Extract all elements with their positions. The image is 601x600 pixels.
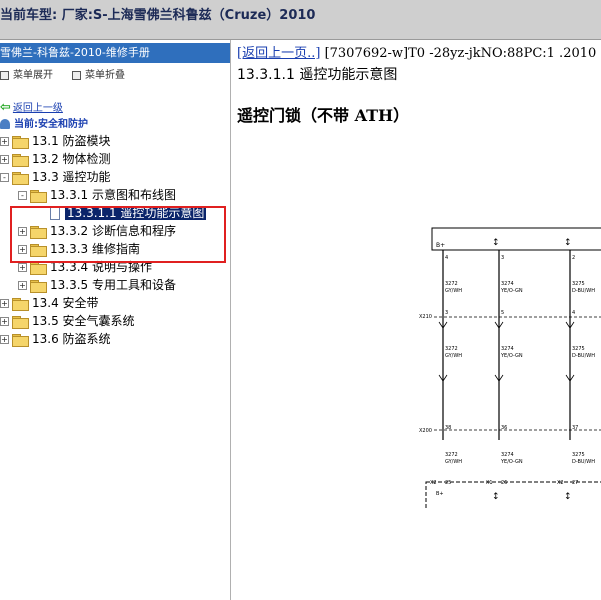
expand-toggle-icon[interactable]: + (0, 137, 9, 146)
signal-arrow-icon: ↕ (492, 238, 500, 248)
tree-item-13-4[interactable]: +13.4 安全带 (0, 294, 99, 312)
circuit-label: 3272 (445, 281, 458, 287)
window-title-bar: 当前车型: 厂家:S-上海雪佛兰科鲁兹（Cruze）2010 (0, 0, 601, 40)
open-folder-icon (30, 190, 47, 203)
circuit-label: 3274 (501, 281, 514, 287)
pin-label: 36 (501, 425, 507, 431)
circuit-label: 3274 (501, 346, 514, 352)
manual-title: 雪佛兰-科鲁兹-2010-维修手册 (0, 43, 230, 63)
circuit-label: 3272 (445, 346, 458, 352)
collapse-menu-button[interactable]: 菜单折叠 (72, 66, 125, 81)
color-label: D-BU/WH (572, 353, 595, 359)
folder-icon (12, 316, 29, 329)
connector-label: X2 (557, 480, 564, 486)
circuit-label: 3272 (445, 452, 458, 458)
tree-item-13-5[interactable]: +13.5 安全气囊系统 (0, 312, 135, 330)
connector-label-x200: X200 (419, 428, 432, 434)
signal-arrow-icon: ↕ (564, 238, 572, 248)
expand-toggle-icon[interactable]: + (18, 281, 27, 290)
folder-icon (12, 334, 29, 347)
expand-toggle-icon[interactable]: + (0, 335, 9, 344)
pin-label: 3 (445, 310, 448, 316)
pin-label: 25 (445, 480, 451, 486)
expand-toggle-icon[interactable]: + (0, 155, 9, 164)
tree-item-13-6[interactable]: +13.6 防盗系统 (0, 330, 111, 348)
folder-icon (30, 280, 47, 293)
window-title: 当前车型: 厂家:S-上海雪佛兰科鲁兹（Cruze）2010 (0, 8, 316, 23)
document-header: [返回上一页..] [7307692-w]T0 -28yz-jkNO:88PC:… (237, 42, 596, 61)
folder-icon (30, 262, 47, 275)
collapse-toggle-icon[interactable]: - (18, 191, 27, 200)
connector-label-x210: X210 (419, 314, 432, 320)
pin-label: 3 (501, 255, 504, 261)
circuit-label: 3275 (572, 346, 585, 352)
circuit-label: 3274 (501, 452, 514, 458)
pin-label: 37 (572, 425, 578, 431)
pin-label: 26 (501, 480, 507, 486)
color-label: YE/O-GN (500, 459, 523, 465)
connector-label: X1 (486, 480, 493, 486)
circuit-label: 3275 (572, 452, 585, 458)
back-up-level-link[interactable]: ⇦ 返回上一级 (0, 99, 63, 115)
pin-label: 27 (572, 480, 578, 486)
color-label: GY/WH (445, 459, 462, 465)
wiring-diagram: B+ ↕ ↕ 4 3 2 3272 GY/WH 3274 YE/O-GN 327… (419, 227, 601, 510)
back-arrow-icon: ⇦ (0, 100, 11, 115)
color-label: D-BU/WH (572, 288, 595, 294)
document-reference: [7307692-w]T0 -28yz-jkNO:88PC:1 .2010 (324, 46, 597, 61)
back-page-link[interactable]: [返回上一页..] (237, 46, 320, 61)
tree-item-13-2[interactable]: +13.2 物体检测 (0, 150, 111, 168)
folder-icon (12, 136, 29, 149)
color-label: GY/WH (445, 288, 462, 294)
diagram-title: 遥控门锁（不带 ATH） (237, 106, 410, 125)
expand-icon (0, 70, 9, 80)
person-icon (0, 119, 10, 129)
pin-label: 38 (445, 425, 451, 431)
folder-icon (12, 298, 29, 311)
expand-toggle-icon[interactable]: + (0, 317, 9, 326)
highlight-box (10, 206, 226, 263)
color-label: YE/O-GN (500, 288, 523, 294)
tree-item-13-3[interactable]: -13.3 遥控功能 (0, 168, 111, 186)
pin-label: 4 (572, 310, 575, 316)
expand-toggle-icon[interactable]: + (18, 263, 27, 272)
color-label: D-BU/WH (572, 459, 595, 465)
circuit-label: 3275 (572, 281, 585, 287)
collapse-icon (72, 70, 81, 80)
folder-icon (12, 154, 29, 167)
tree-item-13-3-1[interactable]: -13.3.1 示意图和布线图 (18, 186, 176, 204)
current-location: 当前:安全和防护 (0, 115, 88, 130)
connector-label: X2 (430, 480, 437, 486)
color-label: YE/O-GN (500, 353, 523, 359)
pin-label: 2 (572, 255, 575, 261)
signal-arrow-icon: ↕ (492, 492, 500, 502)
open-folder-icon (12, 172, 29, 185)
top-module-box (431, 227, 601, 251)
bottom-module-box (425, 481, 601, 510)
back-up-level-label[interactable]: 返回上一级 (13, 103, 63, 114)
bottom-box-label: B+ (436, 491, 444, 497)
top-box-label: B+ (436, 242, 445, 249)
navigation-pane[interactable]: 雪佛兰-科鲁兹-2010-维修手册 菜单展开 菜单折叠 ⇦ 返回上一级 当前:安全… (0, 40, 231, 600)
collapse-toggle-icon[interactable]: - (0, 173, 9, 182)
expand-menu-button[interactable]: 菜单展开 (0, 66, 53, 81)
tree-item-13-3-5[interactable]: +13.3.5 专用工具和设备 (18, 276, 176, 294)
expand-toggle-icon[interactable]: + (0, 299, 9, 308)
signal-arrow-icon: ↕ (564, 492, 572, 502)
section-title: 13.3.1.1 遥控功能示意图 (237, 67, 398, 83)
content-pane[interactable]: [返回上一页..] [7307692-w]T0 -28yz-jkNO:88PC:… (234, 40, 601, 600)
color-label: GY/WH (445, 353, 462, 359)
pin-label: 5 (501, 310, 504, 316)
pin-label: 4 (445, 255, 448, 261)
tree-item-13-1[interactable]: +13.1 防盗模块 (0, 132, 111, 150)
